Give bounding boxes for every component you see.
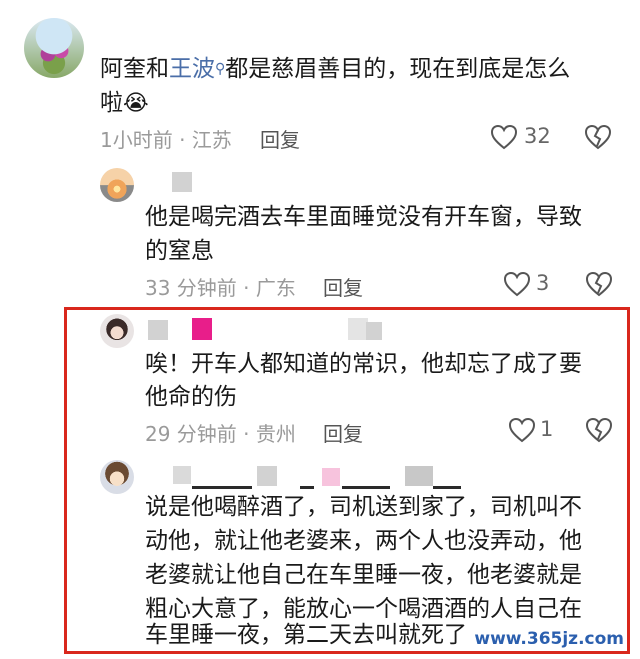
comment-text-line: 他命的伤 (145, 384, 237, 410)
redacted-username (173, 466, 191, 484)
comment-text-line: 车里睡一夜，第二天去叫就死了 (145, 622, 467, 648)
like-heart-icon[interactable] (508, 417, 536, 443)
watermark: www.365jz.com (472, 629, 626, 649)
like-count: 32 (524, 124, 551, 148)
dislike-broken-heart-icon[interactable] (584, 124, 612, 150)
comment-meta: 1小时前 · 江苏 (100, 128, 232, 152)
comment-text-line: 啦😭 (100, 86, 149, 121)
redacted-username (192, 318, 212, 340)
comment-text-line: 动他，就让他老婆来，两个人也没弄动，他 (145, 528, 582, 554)
dislike-broken-heart-icon[interactable] (585, 271, 613, 297)
redacted-username (148, 320, 168, 340)
comment-text: 阿奎和王波⚲都是慈眉善目的，现在到底是怎么 (100, 52, 570, 86)
comment-text-part: 阿奎和 (100, 56, 169, 82)
redacted-username (366, 322, 382, 340)
reply-button[interactable]: 回复 (260, 124, 300, 153)
avatar[interactable] (100, 460, 134, 494)
search-icon[interactable]: ⚲ (215, 61, 225, 77)
user-mention-link[interactable]: 王波 (169, 56, 215, 82)
redacted-username (257, 466, 277, 486)
redacted-username (322, 468, 340, 486)
comment-text-line: 说是他喝醉酒了，司机送到家了，司机叫不 (145, 494, 582, 520)
redacted-username (342, 486, 390, 489)
avatar[interactable] (24, 18, 84, 78)
comment-text-part: 啦 (100, 90, 123, 116)
avatar[interactable] (100, 168, 134, 202)
avatar[interactable] (100, 314, 134, 348)
redacted-username (172, 172, 192, 192)
redacted-username (300, 486, 314, 489)
like-count: 1 (540, 417, 554, 441)
comment-meta: 29 分钟前 · 贵州 (145, 422, 296, 446)
redacted-username (433, 486, 461, 489)
reply-button[interactable]: 回复 (323, 272, 363, 301)
comment-text-line: 老婆就让他自己在车里睡一夜，他老婆就是 (145, 562, 582, 588)
like-heart-icon[interactable] (490, 124, 518, 150)
like-count: 3 (536, 271, 550, 295)
comment-meta: 33 分钟前 · 广东 (145, 276, 296, 300)
comment-text-part: 都是慈眉善目的，现在到底是怎么 (225, 56, 571, 82)
comment-text-line: 的窒息 (145, 238, 214, 264)
redacted-username (405, 466, 433, 486)
comment-text-line: 唉！开车人都知道的常识，他却忘了成了要 (145, 351, 582, 377)
comment-text-line: 他是喝完酒去车里面睡觉没有开车窗，导致 (145, 204, 582, 230)
redacted-username (192, 486, 252, 489)
like-heart-icon[interactable] (503, 271, 531, 297)
crying-emoji-icon: 😭 (123, 91, 149, 116)
reply-button[interactable]: 回复 (323, 418, 363, 447)
redacted-username (348, 318, 368, 340)
dislike-broken-heart-icon[interactable] (585, 417, 613, 443)
